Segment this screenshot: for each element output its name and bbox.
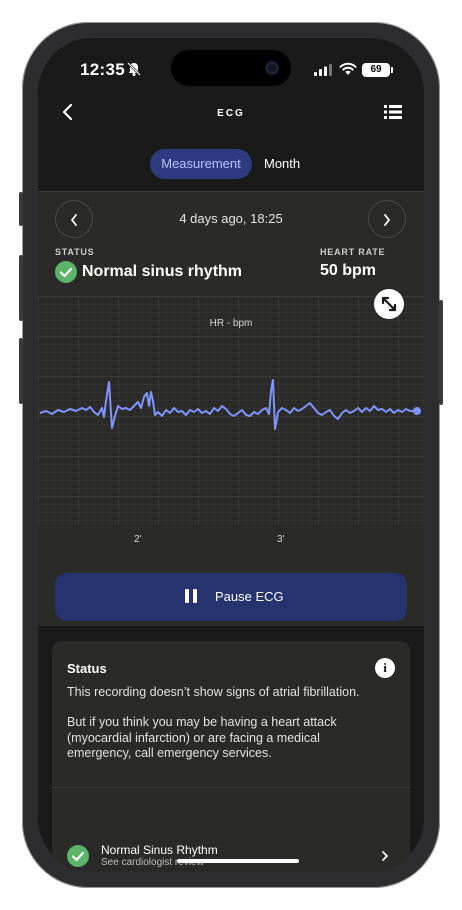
status-info-card: Status i This recording doesn’t show sig… bbox=[52, 641, 410, 872]
clock: 12:35 bbox=[80, 60, 125, 79]
pause-icon bbox=[185, 589, 199, 603]
rhythm-status: Normal sinus rhythm bbox=[82, 263, 243, 280]
ecg-chart: HR - bpm bbox=[38, 289, 424, 526]
wifi-icon bbox=[339, 62, 357, 75]
x-tick-label: 3' bbox=[277, 534, 285, 545]
check-circle-icon bbox=[55, 261, 77, 283]
review-row-title[interactable]: Normal Sinus Rhythm bbox=[101, 843, 218, 857]
ecg-trace-endpoint bbox=[413, 407, 421, 415]
action-button bbox=[19, 192, 23, 226]
divider bbox=[52, 787, 410, 788]
info-paragraph: This recording doesn’t show signs of atr… bbox=[67, 685, 360, 699]
ecg-card: 4 days ago, 18:25 STATUS Normal sinus rh… bbox=[38, 191, 424, 626]
tab-month[interactable]: Month bbox=[264, 149, 300, 179]
chevron-right-icon bbox=[384, 214, 390, 226]
power-button bbox=[439, 300, 443, 405]
cellular-signal-icon bbox=[314, 64, 332, 76]
dynamic-island bbox=[171, 50, 291, 86]
nav-bar: ECG bbox=[38, 94, 424, 134]
info-title: Status bbox=[67, 661, 107, 676]
bell-slash-icon bbox=[127, 62, 141, 76]
screen: 12:35 69 ECG Measurement Month 4 days ag… bbox=[38, 38, 424, 872]
heart-rate-label: HEART RATE bbox=[320, 247, 386, 257]
volume-down-button bbox=[19, 338, 23, 404]
camera-icon bbox=[265, 61, 279, 75]
volume-up-button bbox=[19, 255, 23, 321]
chevron-right-icon[interactable] bbox=[380, 850, 390, 862]
ecg-trace-svg bbox=[39, 379, 421, 430]
ecg-trace-line bbox=[39, 379, 416, 430]
battery-indicator: 69 bbox=[362, 63, 393, 77]
check-circle-icon bbox=[67, 845, 89, 867]
info-paragraph: But if you think you may be having a hea… bbox=[67, 715, 337, 760]
status-label: STATUS bbox=[55, 247, 95, 257]
recording-date: 4 days ago, 18:25 bbox=[179, 211, 283, 226]
pause-ecg-button[interactable]: Pause ECG bbox=[55, 573, 407, 621]
status-bar: 12:35 69 bbox=[38, 38, 424, 94]
pause-ecg-label: Pause ECG bbox=[215, 589, 284, 604]
page-title: ECG bbox=[217, 108, 245, 119]
heart-rate-value: 50 bpm bbox=[320, 262, 377, 279]
x-tick-label: 2' bbox=[134, 534, 142, 545]
list-menu-icon[interactable] bbox=[384, 104, 402, 120]
home-indicator[interactable] bbox=[177, 859, 299, 863]
previous-recording-button[interactable] bbox=[55, 200, 93, 238]
chevron-left-icon bbox=[71, 214, 77, 226]
tab-measurement[interactable]: Measurement bbox=[150, 149, 252, 179]
info-icon[interactable]: i bbox=[375, 658, 395, 678]
next-recording-button[interactable] bbox=[368, 200, 406, 238]
